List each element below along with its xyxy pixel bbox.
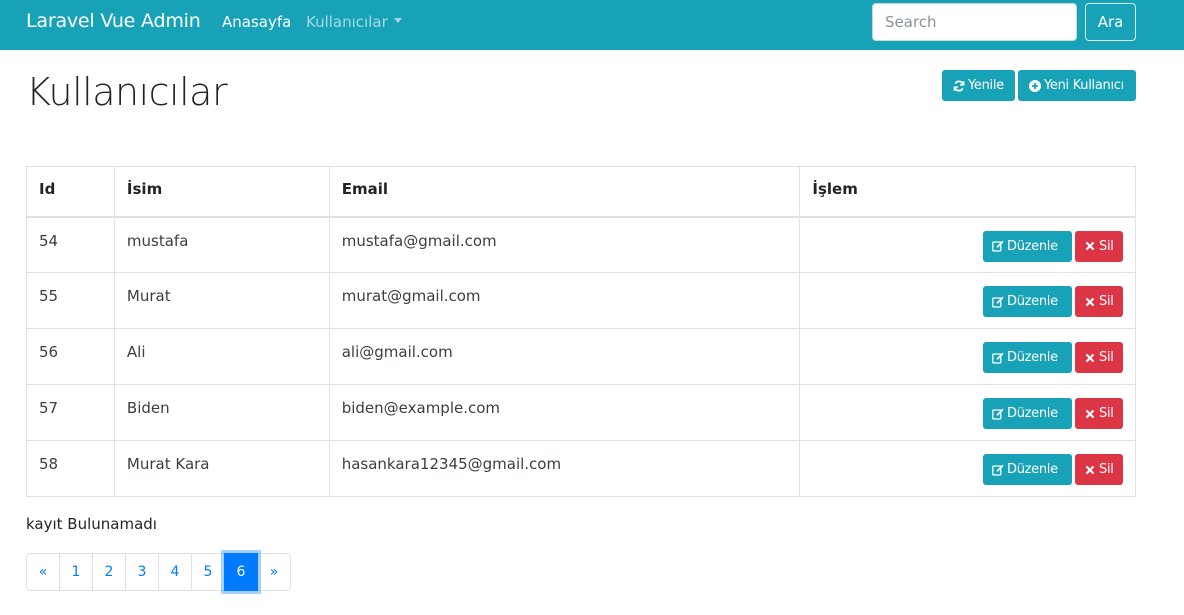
search-button[interactable]: Ara	[1085, 3, 1136, 41]
cell-name: Murat	[113, 272, 330, 329]
cell-actions: Düzenle Sil	[799, 384, 1136, 441]
cell-email: biden@example.com	[328, 384, 801, 441]
cell-email: murat@gmail.com	[328, 272, 801, 329]
users-table: Id İsim Email İşlem 54 mustafa mustafa@g…	[26, 166, 1136, 497]
table-row: 54 mustafa mustafa@gmail.com Düzenle Sil	[26, 216, 1136, 273]
table-row: 55 Murat murat@gmail.com Düzenle Sil	[26, 272, 1136, 329]
empty-message: kayıt Bulunamadı	[26, 515, 157, 533]
pagination: « 1 2 3 4 5 6 »	[26, 553, 291, 591]
cell-id: 54	[26, 216, 115, 273]
delete-button-label: Sil	[1099, 350, 1114, 365]
edit-button[interactable]: Düzenle	[983, 398, 1072, 429]
cell-id: 58	[26, 440, 115, 497]
close-icon	[1083, 407, 1096, 420]
edit-icon	[991, 407, 1004, 420]
edit-icon	[991, 351, 1004, 364]
cell-email: ali@gmail.com	[328, 328, 801, 385]
cell-email: mustafa@gmail.com	[328, 216, 801, 273]
edit-button[interactable]: Düzenle	[983, 342, 1072, 373]
nav-dropdown-users[interactable]: Kullanıcılar	[306, 13, 402, 31]
edit-icon	[991, 463, 1004, 476]
edit-button[interactable]: Düzenle	[983, 230, 1072, 262]
pagination-page-4[interactable]: 4	[158, 553, 192, 591]
pagination-page-2[interactable]: 2	[92, 553, 126, 591]
cell-id: 56	[26, 328, 115, 385]
nav-link-home[interactable]: Anasayfa	[222, 13, 291, 31]
edit-button[interactable]: Düzenle	[983, 286, 1072, 317]
edit-icon	[991, 295, 1004, 308]
plus-circle-icon	[1028, 79, 1041, 92]
close-icon	[1083, 295, 1096, 308]
new-user-button-label: Yeni Kullanıcı	[1044, 78, 1124, 93]
pagination-next[interactable]: »	[257, 553, 291, 591]
pagination-prev[interactable]: «	[26, 553, 60, 591]
cell-id: 55	[26, 272, 115, 329]
edit-button-label: Düzenle	[1007, 406, 1058, 421]
cell-name: Ali	[113, 328, 330, 385]
search-input[interactable]	[872, 3, 1077, 41]
delete-button[interactable]: Sil	[1075, 230, 1123, 262]
column-header-email: Email	[328, 166, 801, 218]
table-header-row: Id İsim Email İşlem	[26, 166, 1136, 218]
cell-actions: Düzenle Sil	[799, 216, 1136, 273]
cell-id: 57	[26, 384, 115, 441]
caret-down-icon	[393, 18, 402, 23]
column-header-action: İşlem	[799, 166, 1136, 218]
close-icon	[1083, 463, 1096, 476]
edit-icon	[991, 240, 1004, 253]
cell-email: hasankara12345@gmail.com	[328, 440, 801, 497]
delete-button-label: Sil	[1099, 406, 1114, 421]
edit-button[interactable]: Düzenle	[983, 454, 1072, 485]
delete-button-label: Sil	[1099, 238, 1114, 254]
cell-actions: Düzenle Sil	[799, 272, 1136, 329]
new-user-button[interactable]: Yeni Kullanıcı	[1018, 70, 1136, 101]
cell-name: Biden	[113, 384, 330, 441]
navbar: Laravel Vue Admin Anasayfa Kullanıcılar …	[0, 0, 1184, 50]
edit-button-label: Düzenle	[1007, 350, 1058, 365]
table-row: 56 Ali ali@gmail.com Düzenle Sil	[26, 328, 1136, 385]
navbar-brand[interactable]: Laravel Vue Admin	[26, 10, 201, 32]
pagination-page-1[interactable]: 1	[59, 553, 93, 591]
edit-button-label: Düzenle	[1007, 294, 1058, 309]
delete-button[interactable]: Sil	[1075, 398, 1123, 429]
close-icon	[1083, 351, 1096, 364]
delete-button[interactable]: Sil	[1075, 342, 1123, 373]
delete-button[interactable]: Sil	[1075, 454, 1123, 485]
cell-actions: Düzenle Sil	[799, 328, 1136, 385]
pagination-page-3[interactable]: 3	[125, 553, 159, 591]
refresh-button-label: Yenile	[968, 78, 1004, 93]
column-header-name: İsim	[113, 166, 330, 218]
edit-button-label: Düzenle	[1007, 462, 1058, 477]
column-header-id: Id	[26, 166, 115, 218]
cell-actions: Düzenle Sil	[799, 440, 1136, 497]
edit-button-label: Düzenle	[1007, 238, 1058, 254]
cell-name: Murat Kara	[113, 440, 330, 497]
delete-button-label: Sil	[1099, 462, 1114, 477]
delete-button-label: Sil	[1099, 294, 1114, 309]
delete-button[interactable]: Sil	[1075, 286, 1123, 317]
refresh-button[interactable]: Yenile	[942, 70, 1015, 101]
pagination-page-5[interactable]: 5	[191, 553, 225, 591]
cell-name: mustafa	[113, 216, 330, 273]
pagination-page-6[interactable]: 6	[224, 553, 258, 591]
close-icon	[1083, 240, 1096, 253]
table-row: 58 Murat Kara hasankara12345@gmail.com D…	[26, 440, 1136, 497]
page-title: Kullanıcılar	[26, 70, 228, 114]
table-row: 57 Biden biden@example.com Düzenle Sil	[26, 384, 1136, 441]
refresh-icon	[952, 79, 965, 92]
nav-dropdown-users-label: Kullanıcılar	[306, 13, 388, 31]
